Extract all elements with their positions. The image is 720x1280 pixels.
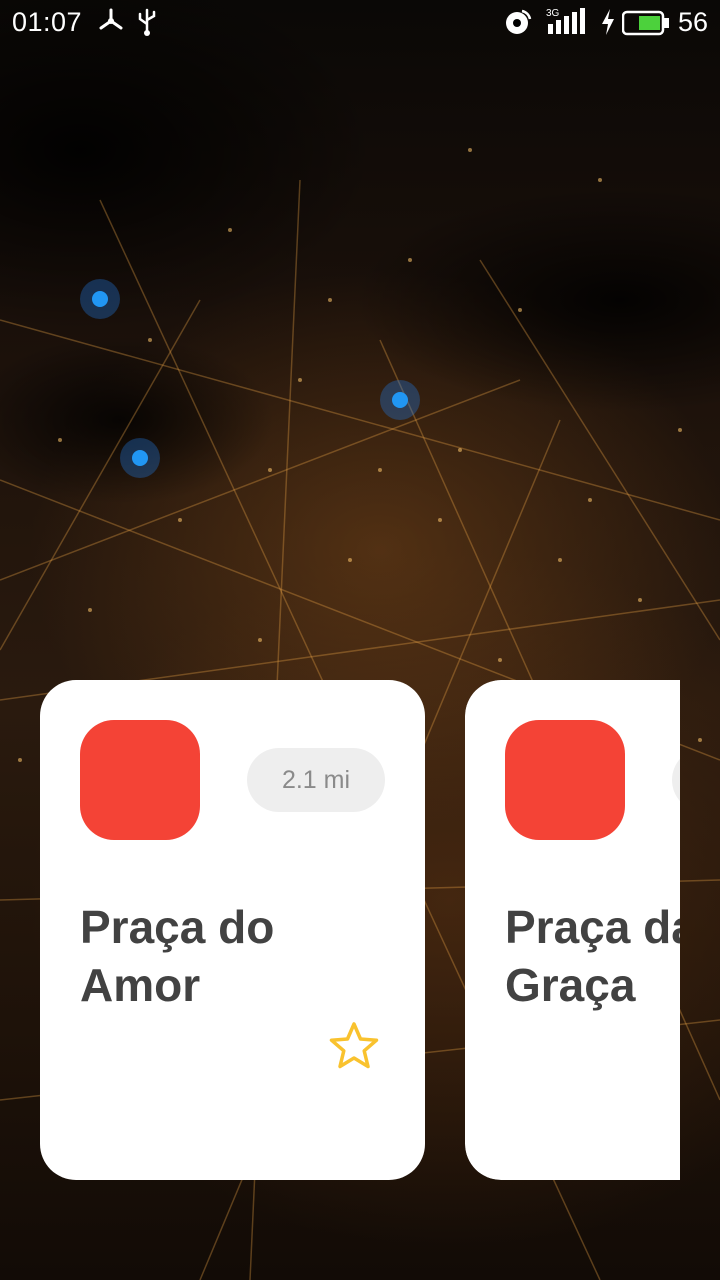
charging-icon	[600, 8, 616, 43]
place-card[interactable]: 2.1 mi Praça do Amor	[40, 680, 425, 1180]
place-logo	[505, 720, 625, 840]
status-time: 01:07	[12, 7, 83, 37]
place-title: Praça do Amor	[80, 901, 275, 1011]
hotspot-icon	[504, 8, 532, 43]
distance-badge: 2.1 mi	[247, 748, 385, 812]
status-bar: 01:07 3G 56	[0, 0, 720, 46]
battery-icon	[621, 10, 670, 43]
signal-icon: 3G	[546, 6, 586, 43]
battery-level: 56	[677, 7, 708, 37]
distance-badge	[672, 748, 680, 812]
network-type-label: 3G	[546, 8, 560, 19]
usb-icon	[136, 8, 158, 43]
map-marker-3[interactable]	[120, 438, 160, 478]
place-logo	[80, 720, 200, 840]
fan-icon	[98, 8, 124, 41]
star-outline-icon[interactable]	[328, 1020, 380, 1072]
place-title: Praça da Graça	[505, 901, 680, 1011]
place-card[interactable]: Praça da Graça	[465, 680, 680, 1180]
map-marker-1[interactable]	[80, 279, 120, 319]
map-marker-2[interactable]	[380, 380, 420, 420]
